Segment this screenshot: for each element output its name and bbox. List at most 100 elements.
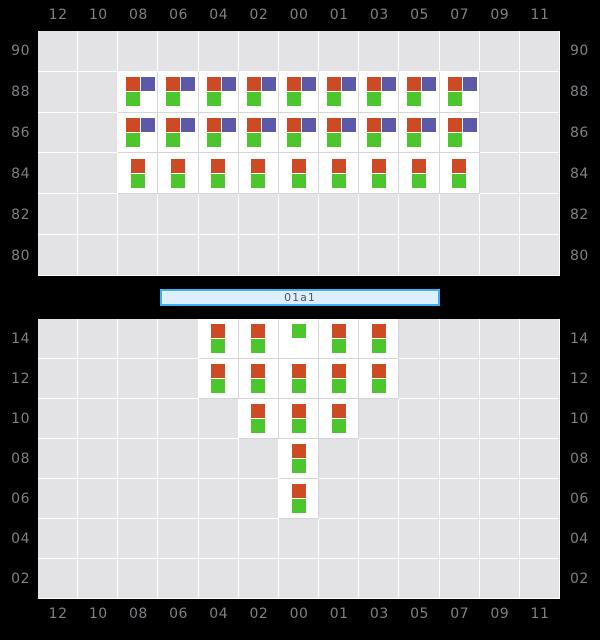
grid-cell-empty[interactable] xyxy=(199,519,239,559)
grid-cell-empty[interactable] xyxy=(520,439,560,479)
grid-cell-empty[interactable] xyxy=(239,479,279,519)
grid-cell-empty[interactable] xyxy=(199,479,239,519)
grid-cell-empty[interactable] xyxy=(399,194,439,235)
grid-cell-empty[interactable] xyxy=(78,72,118,113)
grid-cell-filled[interactable] xyxy=(319,359,359,399)
grid-cell-empty[interactable] xyxy=(199,194,239,235)
grid-cell-empty[interactable] xyxy=(480,319,520,359)
grid-cell-empty[interactable] xyxy=(239,31,279,72)
grid-cell-filled[interactable] xyxy=(118,72,158,113)
grid-cell-empty[interactable] xyxy=(118,235,158,276)
grid-cell-empty[interactable] xyxy=(158,31,198,72)
grid-cell-empty[interactable] xyxy=(158,519,198,559)
grid-cell-empty[interactable] xyxy=(440,319,480,359)
grid-cell-empty[interactable] xyxy=(359,194,399,235)
grid-cell-empty[interactable] xyxy=(239,519,279,559)
grid-cell-empty[interactable] xyxy=(78,319,118,359)
grid-cell-empty[interactable] xyxy=(158,235,198,276)
grid-cell-filled[interactable] xyxy=(158,113,198,154)
grid-cell-filled[interactable] xyxy=(319,399,359,439)
grid-cell-empty[interactable] xyxy=(520,519,560,559)
grid-cell-empty[interactable] xyxy=(440,439,480,479)
grid-cell-filled[interactable] xyxy=(399,113,439,154)
grid-cell-empty[interactable] xyxy=(239,559,279,599)
grid-cell-empty[interactable] xyxy=(480,113,520,154)
grid-cell-filled[interactable] xyxy=(319,113,359,154)
grid-cell-empty[interactable] xyxy=(480,359,520,399)
grid-cell-empty[interactable] xyxy=(359,439,399,479)
grid-cell-empty[interactable] xyxy=(480,235,520,276)
grid-cell-empty[interactable] xyxy=(399,359,439,399)
grid-cell-empty[interactable] xyxy=(520,194,560,235)
grid-cell-empty[interactable] xyxy=(78,479,118,519)
grid-cell-empty[interactable] xyxy=(199,559,239,599)
grid-cell-filled[interactable] xyxy=(199,359,239,399)
grid-cell-empty[interactable] xyxy=(440,31,480,72)
grid-cell-empty[interactable] xyxy=(158,439,198,479)
grid-cell-empty[interactable] xyxy=(440,479,480,519)
grid-cell-empty[interactable] xyxy=(399,399,439,439)
grid-cell-empty[interactable] xyxy=(279,519,319,559)
grid-cell-empty[interactable] xyxy=(118,31,158,72)
grid-cell-empty[interactable] xyxy=(158,399,198,439)
grid-cell-empty[interactable] xyxy=(520,399,560,439)
grid-cell-filled[interactable] xyxy=(199,153,239,194)
grid-cell-empty[interactable] xyxy=(399,519,439,559)
grid-cell-empty[interactable] xyxy=(199,31,239,72)
grid-cell-empty[interactable] xyxy=(118,399,158,439)
grid-cell-empty[interactable] xyxy=(38,479,78,519)
grid-cell-empty[interactable] xyxy=(359,519,399,559)
grid-cell-empty[interactable] xyxy=(118,194,158,235)
grid-cell-empty[interactable] xyxy=(520,72,560,113)
grid-cell-empty[interactable] xyxy=(158,479,198,519)
grid-cell-filled[interactable] xyxy=(359,72,399,113)
grid-cell-empty[interactable] xyxy=(78,399,118,439)
grid-cell-empty[interactable] xyxy=(38,194,78,235)
grid-cell-empty[interactable] xyxy=(480,194,520,235)
grid-cell-filled[interactable] xyxy=(239,72,279,113)
grid-cell-filled[interactable] xyxy=(239,319,279,359)
grid-cell-empty[interactable] xyxy=(480,153,520,194)
grid-cell-filled[interactable] xyxy=(279,439,319,479)
grid-cell-empty[interactable] xyxy=(399,235,439,276)
grid-cell-filled[interactable] xyxy=(440,72,480,113)
grid-cell-empty[interactable] xyxy=(319,31,359,72)
grid-cell-empty[interactable] xyxy=(359,31,399,72)
grid-cell-empty[interactable] xyxy=(38,153,78,194)
grid-cell-empty[interactable] xyxy=(78,439,118,479)
grid-cell-filled[interactable] xyxy=(399,153,439,194)
grid-cell-filled[interactable] xyxy=(279,399,319,439)
grid-cell-empty[interactable] xyxy=(78,519,118,559)
grid-cell-empty[interactable] xyxy=(399,319,439,359)
grid-cell-empty[interactable] xyxy=(38,399,78,439)
grid-cell-empty[interactable] xyxy=(78,31,118,72)
grid-cell-filled[interactable] xyxy=(359,153,399,194)
grid-cell-empty[interactable] xyxy=(118,319,158,359)
grid-cell-empty[interactable] xyxy=(520,359,560,399)
grid-cell-empty[interactable] xyxy=(279,31,319,72)
grid-cell-empty[interactable] xyxy=(78,113,118,154)
grid-cell-empty[interactable] xyxy=(38,113,78,154)
grid-cell-empty[interactable] xyxy=(78,194,118,235)
grid-cell-filled[interactable] xyxy=(319,72,359,113)
grid-cell-empty[interactable] xyxy=(78,235,118,276)
grid-cell-empty[interactable] xyxy=(38,359,78,399)
grid-cell-filled[interactable] xyxy=(158,153,198,194)
grid-cell-empty[interactable] xyxy=(158,559,198,599)
grid-cell-empty[interactable] xyxy=(520,31,560,72)
grid-cell-filled[interactable] xyxy=(359,319,399,359)
grid-cell-empty[interactable] xyxy=(520,559,560,599)
grid-cell-empty[interactable] xyxy=(279,235,319,276)
grid-cell-filled[interactable] xyxy=(279,113,319,154)
grid-cell-empty[interactable] xyxy=(239,439,279,479)
grid-cell-empty[interactable] xyxy=(118,359,158,399)
grid-cell-empty[interactable] xyxy=(158,319,198,359)
grid-cell-empty[interactable] xyxy=(359,235,399,276)
grid-cell-filled[interactable] xyxy=(199,113,239,154)
grid-cell-empty[interactable] xyxy=(520,153,560,194)
grid-cell-empty[interactable] xyxy=(520,479,560,519)
grid-cell-filled[interactable] xyxy=(319,153,359,194)
grid-cell-filled[interactable] xyxy=(239,113,279,154)
grid-cell-filled[interactable] xyxy=(359,113,399,154)
grid-cell-empty[interactable] xyxy=(78,153,118,194)
